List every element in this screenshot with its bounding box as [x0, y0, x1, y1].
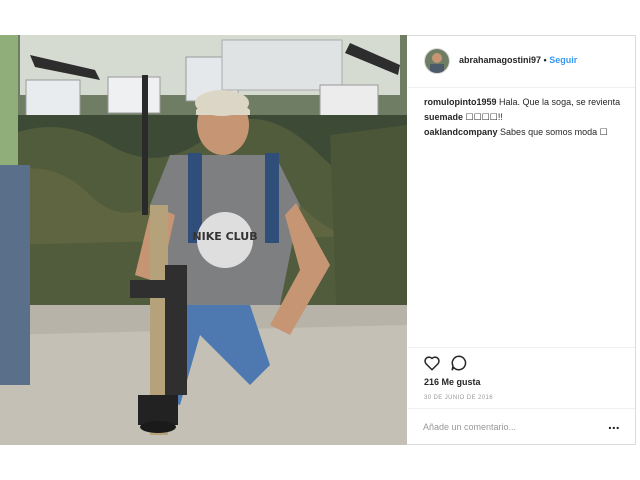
comment-user[interactable]: suemade: [424, 112, 463, 122]
comment-icon[interactable]: [450, 354, 468, 372]
heart-icon[interactable]: [423, 354, 441, 372]
post-header: abrahamagostini97 • Seguir: [408, 36, 635, 88]
post-photo[interactable]: NIKE CLUB: [0, 35, 407, 445]
shirt-logo-text: NIKE CLUB: [192, 230, 257, 243]
avatar[interactable]: [424, 48, 450, 74]
comment-list: romulopinto1959 Hala. Que la soga, se re…: [424, 96, 624, 141]
comment-user[interactable]: oaklandcompany: [424, 127, 498, 137]
comment-input[interactable]: [423, 419, 593, 435]
comment-text: Hala. Que la soga, se revienta: [499, 97, 621, 107]
comment-user[interactable]: romulopinto1959: [424, 97, 497, 107]
action-bar: [408, 347, 635, 377]
comment-item: romulopinto1959 Hala. Que la soga, se re…: [424, 96, 624, 109]
comment-text: Sabes que somos moda ☐: [500, 127, 608, 137]
follow-button[interactable]: Seguir: [549, 55, 577, 65]
post-sidebar: abrahamagostini97 • Seguir romulopinto19…: [408, 36, 635, 444]
more-options-icon[interactable]: ...: [608, 417, 620, 431]
add-comment-bar: ...: [408, 408, 635, 444]
separator: •: [543, 55, 547, 65]
username[interactable]: abrahamagostini97: [459, 55, 541, 65]
username-line: abrahamagostini97 • Seguir: [459, 55, 577, 65]
comment-item: suemade ☐☐☐☐!!: [424, 111, 624, 124]
post-date: 30 DE JUNIO DE 2016: [424, 395, 493, 401]
photo-illustration: NIKE CLUB: [0, 35, 407, 445]
like-count[interactable]: 216 Me gusta: [424, 377, 481, 387]
avatar-image: [425, 49, 449, 73]
comment-text: ☐☐☐☐!!: [465, 112, 503, 122]
comment-item: oaklandcompany Sabes que somos moda ☐: [424, 126, 624, 139]
